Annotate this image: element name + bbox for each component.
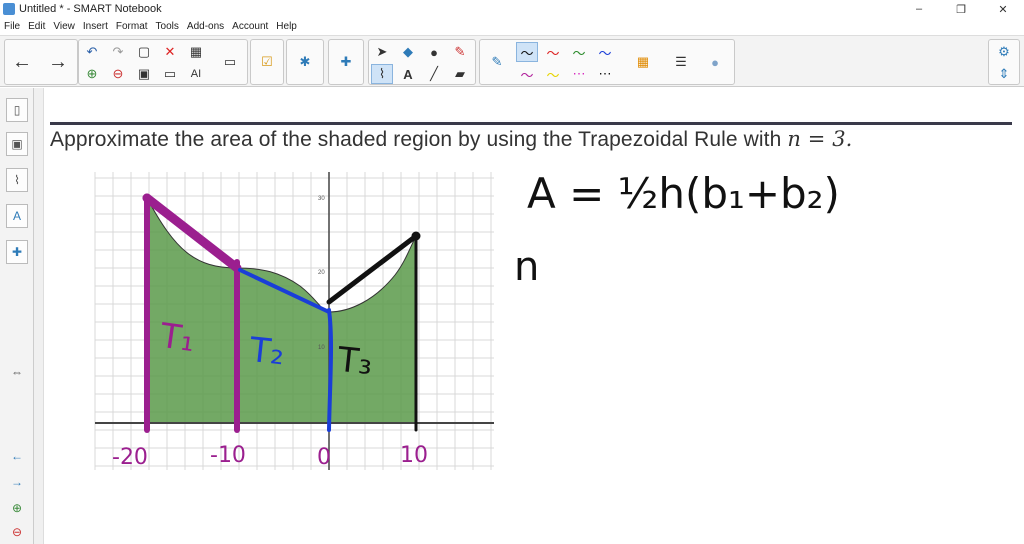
axis-tick-30: 30 bbox=[318, 196, 325, 202]
graph-figure: 30 20 10 T₁ T₂ T₃ -20 -10 0 10 A = ½h(b₁… bbox=[94, 169, 840, 470]
label-t2: T₂ bbox=[247, 330, 286, 373]
partial-letter: n bbox=[514, 244, 539, 290]
tick-label-neg20: -20 bbox=[112, 445, 148, 470]
axis-tick-10: 10 bbox=[318, 345, 325, 351]
tick-label-0: 0 bbox=[317, 445, 331, 470]
area-formula: A = ½h(b₁+b₂) bbox=[527, 169, 840, 218]
label-t3: T₃ bbox=[335, 340, 374, 383]
tick-label-10: 10 bbox=[400, 443, 428, 468]
label-t1: T₁ bbox=[157, 316, 198, 361]
tick-label-neg10: -10 bbox=[210, 443, 246, 468]
axis-tick-20: 20 bbox=[318, 270, 325, 276]
